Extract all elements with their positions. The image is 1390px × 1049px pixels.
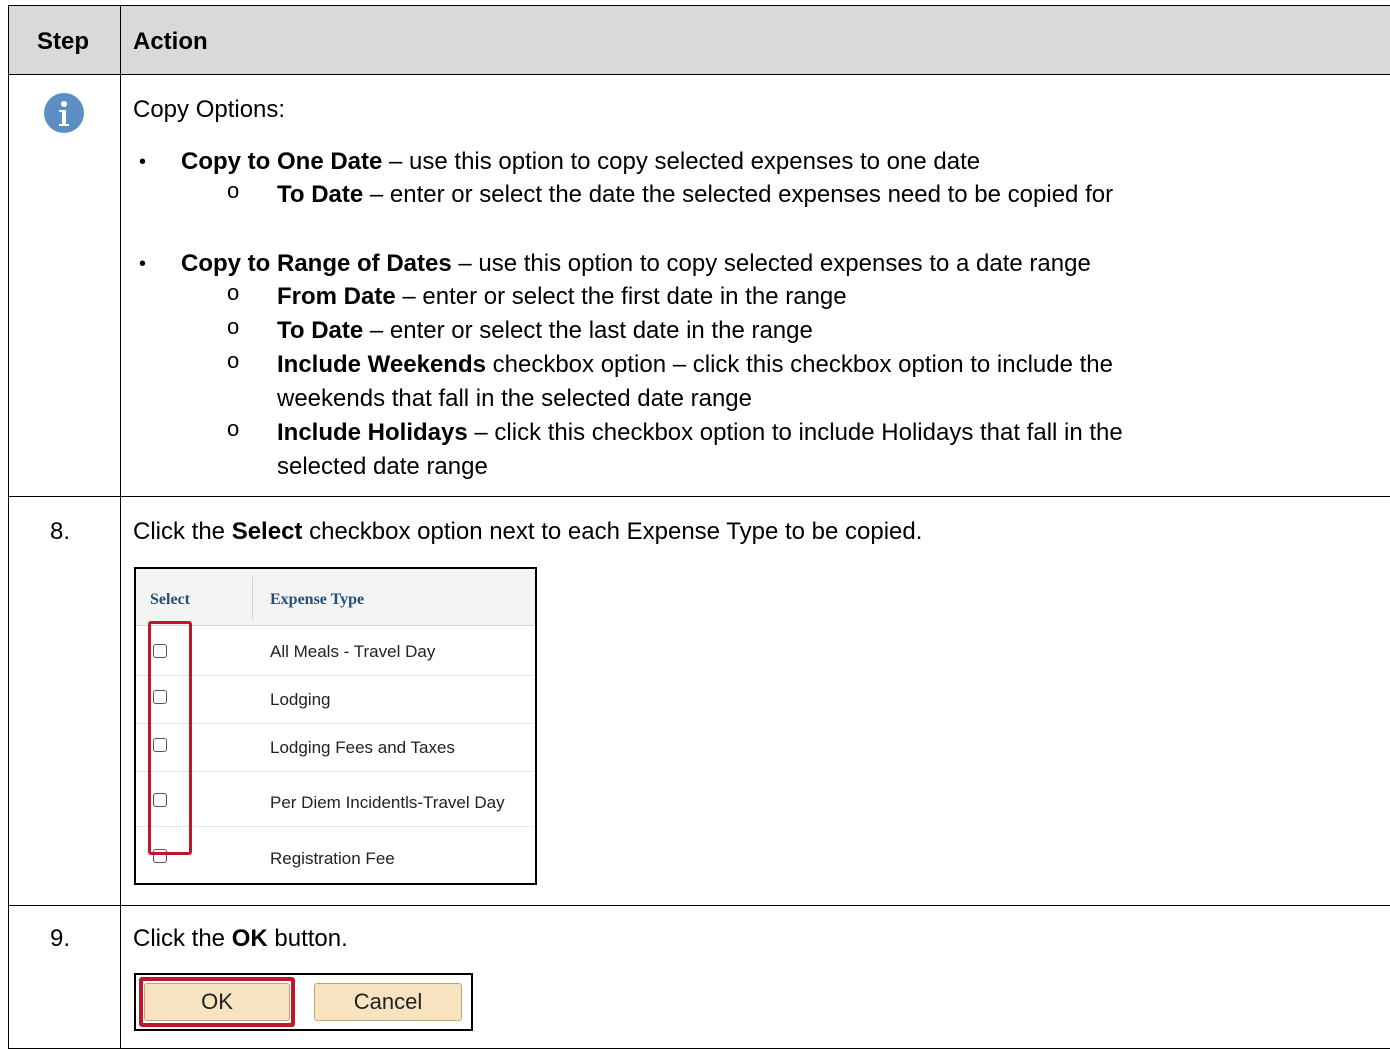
copy-options-heading: Copy Options: (133, 96, 286, 123)
step-number: 9. (50, 925, 71, 952)
expense-type-label: Lodging Fees and Taxes (270, 738, 455, 757)
sub-bullet: o (227, 280, 240, 305)
sub-bullet: o (227, 314, 240, 339)
option-include-holidays-cont: selected date range (277, 453, 488, 480)
expense-type-label: Lodging (270, 690, 331, 709)
option-include-holidays: Include Holidays – click this checkbox o… (277, 419, 1123, 446)
row-divider (136, 723, 535, 724)
sub-bullet: o (227, 178, 240, 203)
option-copy-range: Copy to Range of Dates – use this option… (181, 250, 1091, 277)
step-number: 8. (50, 518, 71, 545)
row-divider (9, 496, 1390, 497)
step9-instruction: Click the OK button. (133, 925, 348, 952)
expense-type-label: Registration Fee (270, 849, 395, 868)
option-include-weekends: Include Weekends checkbox option – click… (277, 351, 1114, 378)
sub-bullet: o (227, 416, 240, 441)
row-divider (9, 74, 1390, 75)
option-range-to-date: To Date – enter or select the last date … (277, 317, 813, 344)
row-divider (136, 771, 535, 772)
bullet: • (139, 151, 147, 173)
option-copy-one-date: Copy to One Date – use this option to co… (181, 148, 981, 175)
row-divider (136, 826, 535, 827)
header-action: Action (133, 28, 208, 55)
expense-table-header: Select Expense Type (136, 569, 535, 626)
option-from-date: From Date – enter or select the first da… (277, 283, 847, 310)
option-to-date: To Date – enter or select the date the s… (277, 181, 1114, 208)
cancel-button[interactable]: Cancel (314, 983, 462, 1021)
table-header: Step Action (9, 6, 1390, 74)
bullet: • (139, 253, 147, 275)
expense-select-screenshot: Select Expense Type All Meals - Travel D… (134, 567, 537, 885)
option-include-weekends-cont: weekends that fall in the selected date … (277, 385, 752, 412)
row-divider (136, 675, 535, 676)
ok-cancel-screenshot: OK Cancel (134, 973, 473, 1031)
expense-type-label: All Meals - Travel Day (270, 642, 436, 661)
column-expense-type: Expense Type (270, 591, 365, 608)
select-column-highlight (148, 621, 192, 855)
header-step: Step (37, 28, 90, 55)
column-select: Select (150, 591, 190, 608)
step8-instruction: Click the Select checkbox option next to… (133, 518, 923, 545)
expense-type-label: Per Diem Incidentls-Travel Day (270, 793, 505, 812)
row-divider (9, 905, 1390, 906)
sub-bullet: o (227, 348, 240, 373)
column-divider (120, 6, 121, 1048)
column-separator (252, 577, 253, 619)
ok-button-highlight (139, 977, 295, 1027)
info-icon (44, 93, 84, 133)
